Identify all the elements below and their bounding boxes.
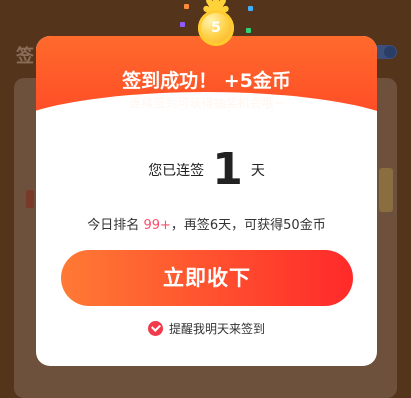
background-decor xyxy=(379,168,393,212)
background-decor xyxy=(26,190,34,208)
streak-prefix: 您已连签 xyxy=(148,163,205,179)
remind-tomorrow-option[interactable]: 提醒我明天来签到 xyxy=(36,320,377,337)
streak-days: 1 xyxy=(212,144,243,195)
rank-value: 99+ xyxy=(143,218,171,233)
dialog-subtitle: 连续签到可获得抽奖机会哦~ xyxy=(129,96,284,110)
streak-suffix: 天 xyxy=(250,163,265,179)
collect-now-button[interactable]: 立即收下 xyxy=(61,250,353,306)
streak-info: 您已连签 1 天 xyxy=(36,148,377,192)
rank-suffix: ，再签6天，可获得50金币 xyxy=(170,218,326,233)
coin-icon: 5 xyxy=(180,0,253,66)
dialog-title: 签到成功！ +5金币 xyxy=(122,70,291,92)
rank-prefix: 今日排名 xyxy=(87,218,140,233)
checkin-success-dialog: 签到成功！ +5金币 连续签到可获得抽奖机会哦~ 5 您已连签 1 天 今日排名 9… xyxy=(36,0,377,366)
rank-info: 今日排名 99+，再签6天，可获得50金币 xyxy=(36,214,377,233)
check-icon[interactable] xyxy=(147,321,163,336)
background-title: 签 xyxy=(16,46,34,67)
remind-label: 提醒我明天来签到 xyxy=(168,322,265,336)
coin-value: 5 xyxy=(198,10,234,46)
